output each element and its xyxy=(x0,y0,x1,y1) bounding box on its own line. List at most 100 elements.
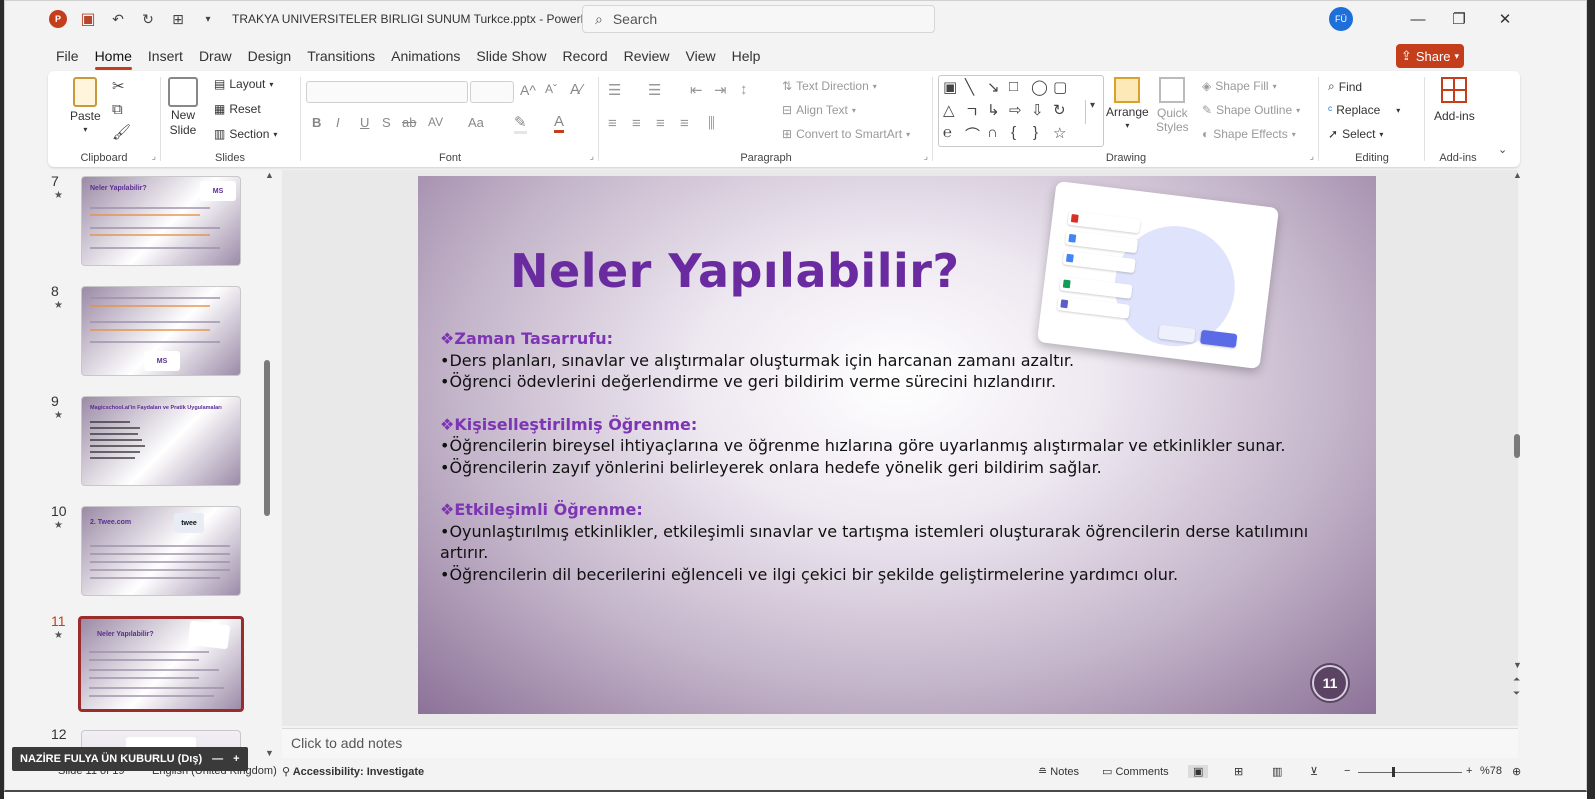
wave-shape-icon[interactable]: ∩ xyxy=(987,124,998,141)
next-slide-icon[interactable]: ⏷ xyxy=(1513,688,1520,699)
zoom-slider-thumb[interactable] xyxy=(1392,767,1395,777)
layout-button[interactable]: ▤ Layout ▾ xyxy=(214,77,273,91)
reading-view-icon[interactable]: ▥ xyxy=(1272,765,1282,778)
tab-help[interactable]: Help xyxy=(724,42,769,70)
tab-view[interactable]: View xyxy=(678,42,724,70)
oval-shape-icon[interactable]: ◯ xyxy=(1031,78,1048,96)
paste-button[interactable]: Paste ▾ xyxy=(70,77,101,134)
tab-transitions[interactable]: Transitions xyxy=(299,42,383,70)
shape-fill-button[interactable]: ◈ Shape Fill ▾ xyxy=(1202,79,1277,93)
slide-thumbnail[interactable]: MS xyxy=(81,286,241,376)
quick-styles-button[interactable]: Quick Styles xyxy=(1156,77,1189,134)
minimize-icon[interactable]: — xyxy=(1403,6,1433,32)
curve-shape-icon[interactable]: ℮ xyxy=(943,124,952,141)
fit-to-window-icon[interactable]: ⊕ xyxy=(1512,765,1521,778)
italic-icon[interactable]: I xyxy=(336,115,340,130)
increase-indent-icon[interactable]: ⇥ xyxy=(714,81,727,99)
strikethrough-icon[interactable]: ab xyxy=(402,115,416,130)
tab-file[interactable]: File xyxy=(48,42,87,70)
present-icon[interactable]: ⊞ xyxy=(168,9,188,29)
search-input[interactable]: ⌕ Search xyxy=(582,5,935,33)
tab-slide-show[interactable]: Slide Show xyxy=(468,42,554,70)
zoom-level[interactable]: %78 xyxy=(1480,765,1502,777)
select-button[interactable]: ➚ Select ▾ xyxy=(1328,127,1383,141)
dialog-launcher-icon[interactable]: ⌟ xyxy=(590,151,594,162)
character-spacing-icon[interactable]: AV xyxy=(428,115,443,129)
scrollbar-thumb[interactable] xyxy=(264,360,270,516)
arrow-line-shape-icon[interactable]: ↘ xyxy=(987,78,1000,96)
dialog-launcher-icon[interactable]: ⌟ xyxy=(152,151,156,162)
highlight-icon[interactable]: ✎ xyxy=(514,113,527,134)
line-shape-icon[interactable]: ╲ xyxy=(965,78,974,96)
tab-insert[interactable]: Insert xyxy=(140,42,191,70)
tab-review[interactable]: Review xyxy=(616,42,678,70)
scrollbar-thumb[interactable] xyxy=(1514,434,1520,458)
replace-button[interactable]: ᶜ Replace ▾ xyxy=(1328,103,1400,117)
textbox-shape-icon[interactable]: ▣ xyxy=(943,78,957,96)
align-right-icon[interactable]: ≡ xyxy=(656,115,665,132)
bullets-icon[interactable]: ☰ xyxy=(608,81,621,99)
tab-record[interactable]: Record xyxy=(554,42,615,70)
underline-icon[interactable]: U xyxy=(360,115,369,130)
tab-design[interactable]: Design xyxy=(240,42,300,70)
restore-icon[interactable]: ❐ xyxy=(1444,6,1474,32)
tab-animations[interactable]: Animations xyxy=(383,42,468,70)
shape-effects-button[interactable]: ◐ Shape Effects ▾ xyxy=(1202,127,1296,141)
elbow-arrow-icon[interactable]: ↳ xyxy=(987,101,1000,119)
align-left-icon[interactable]: ≡ xyxy=(608,115,617,132)
previous-slide-icon[interactable]: ⏶ xyxy=(1513,674,1520,685)
tab-home[interactable]: Home xyxy=(87,42,140,70)
shapes-gallery[interactable]: ▣ ╲ ↘ □ ◯ ▢ △ ㄱ ↳ ⇨ ⇩ ↻ ℮ ⌒ ∩ { } ☆ ▾ xyxy=(938,75,1104,147)
format-painter-icon[interactable]: 🖌 xyxy=(112,123,131,141)
slide-thumbnail-selected[interactable]: Neler Yapılabilir? xyxy=(78,616,244,712)
share-button[interactable]: ⇪ Share ▾ xyxy=(1396,44,1464,68)
right-brace-shape-icon[interactable]: } xyxy=(1033,124,1038,141)
text-shadow-icon[interactable]: S xyxy=(382,115,391,130)
shape-outline-button[interactable]: ✎ Shape Outline ▾ xyxy=(1202,103,1300,117)
columns-icon[interactable]: ⫼ xyxy=(708,115,715,132)
undo-icon[interactable]: ↶ xyxy=(108,9,128,29)
avatar[interactable]: FÜ xyxy=(1329,7,1353,31)
elbow-connector-icon[interactable]: ㄱ xyxy=(965,101,979,122)
slide-thumbnail[interactable]: 2. Twee.com twee xyxy=(81,506,241,596)
convert-smartart-button[interactable]: ⊞ Convert to SmartArt ▾ xyxy=(782,127,910,141)
cut-icon[interactable]: ✂ xyxy=(112,77,125,95)
scroll-up-icon[interactable]: ▲ xyxy=(1513,170,1522,180)
justify-icon[interactable]: ≡ xyxy=(680,115,689,132)
normal-view-icon[interactable]: ▣ xyxy=(1188,765,1209,778)
thumbnail-scrollbar[interactable]: ▲ ▼ xyxy=(262,170,274,762)
shrink-font-icon[interactable]: Aˇ xyxy=(545,82,557,96)
right-arrow-shape-icon[interactable]: ⇨ xyxy=(1009,101,1022,119)
zoom-out-icon[interactable]: − xyxy=(1344,765,1350,777)
save-icon[interactable]: ▣ xyxy=(78,9,98,29)
find-button[interactable]: ⌕ Find xyxy=(1328,79,1362,94)
rounded-rect-shape-icon[interactable]: ▢ xyxy=(1053,78,1067,96)
copy-icon[interactable]: ⧉ xyxy=(112,101,123,118)
clear-formatting-icon[interactable]: A⁄ xyxy=(570,81,583,98)
tab-draw[interactable]: Draw xyxy=(191,42,240,70)
left-brace-shape-icon[interactable]: { xyxy=(1011,124,1016,141)
down-arrow-shape-icon[interactable]: ⇩ xyxy=(1031,101,1044,119)
shapes-more-icon[interactable]: ▾ xyxy=(1085,100,1095,124)
reset-button[interactable]: ▦ Reset xyxy=(214,102,261,116)
align-center-icon[interactable]: ≡ xyxy=(632,115,641,132)
slideshow-view-icon[interactable]: ⊻ xyxy=(1310,765,1318,778)
add-icon[interactable]: + xyxy=(233,753,239,765)
scroll-down-icon[interactable]: ▼ xyxy=(1513,660,1522,670)
arc-shape-icon[interactable]: ⌒ xyxy=(965,124,980,145)
scroll-down-icon[interactable]: ▼ xyxy=(265,748,274,758)
notes-toggle[interactable]: ≘ Notes xyxy=(1038,765,1079,778)
decrease-indent-icon[interactable]: ⇤ xyxy=(690,81,703,99)
change-case-icon[interactable]: Aa xyxy=(468,115,484,130)
font-name-combo[interactable] xyxy=(306,81,468,103)
slide-scrollbar[interactable]: ▲ ▼ ⏶ ⏷ xyxy=(1510,170,1524,726)
zoom-in-icon[interactable]: + xyxy=(1466,765,1472,777)
comments-toggle[interactable]: ▭ Comments xyxy=(1102,765,1169,778)
new-slide-button[interactable]: New Slide xyxy=(168,77,198,137)
font-size-combo[interactable] xyxy=(470,81,514,103)
triangle-shape-icon[interactable]: △ xyxy=(943,101,955,119)
freeform-shape-icon[interactable]: ↻ xyxy=(1053,101,1066,119)
bold-icon[interactable]: B xyxy=(312,115,321,130)
notes-input[interactable]: Click to add notes xyxy=(282,728,1518,758)
font-color-icon[interactable]: A xyxy=(554,113,565,133)
